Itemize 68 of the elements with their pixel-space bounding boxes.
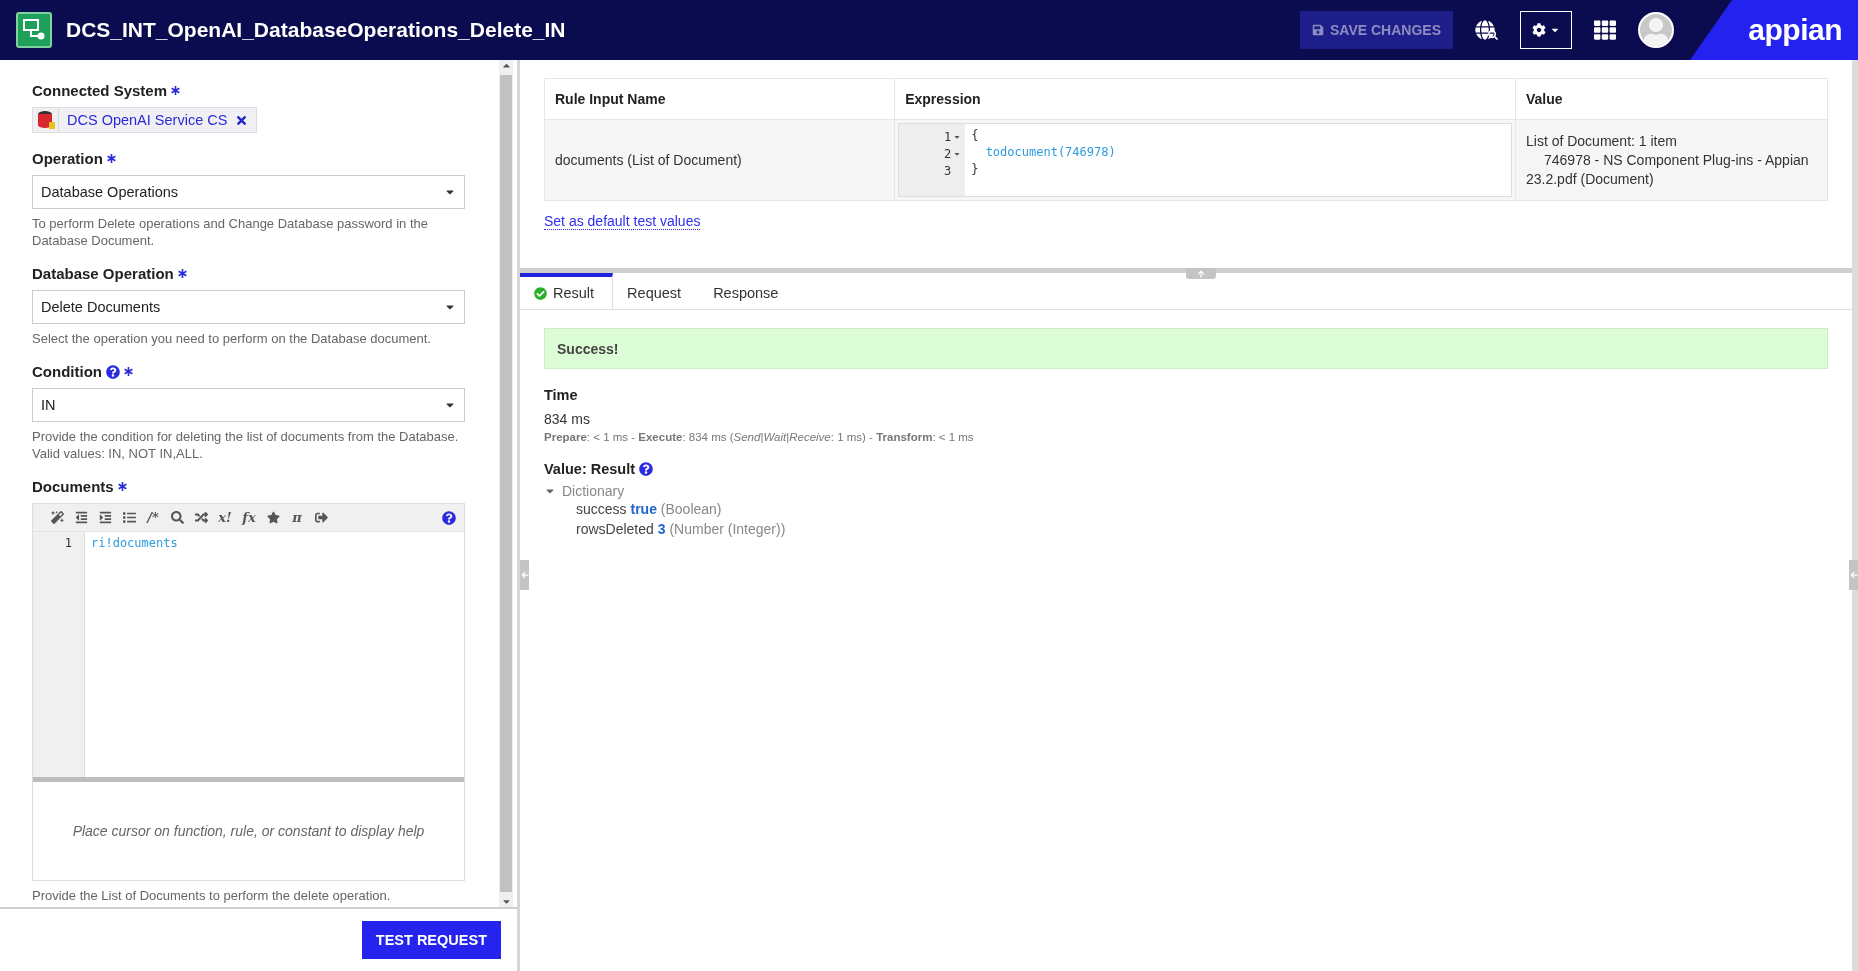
line-number: 1 [899,128,966,145]
code-line: { [971,128,980,144]
line-number: 3 [942,162,953,179]
tab[interactable]: Result [520,273,614,309]
time-value: 834 ms [544,411,591,427]
column-header: Expression [894,78,1516,120]
field-name: rowsDeleted [576,521,654,537]
code-line: } [971,162,980,178]
connected-system-name: DCS OpenAI Service CS [66,112,229,128]
test-request-button[interactable]: TEST REQUEST [361,921,501,959]
globe-search-icon[interactable] [1475,20,1498,40]
user-avatar[interactable] [1638,12,1674,48]
toolbar-button[interactable]: x! [213,505,237,530]
dropdown[interactable]: Delete Documents [32,290,465,324]
success-banner: Success! [544,328,1828,369]
table-cell: documents (List of Document) [544,119,895,201]
toolbar-button[interactable]: π [285,505,309,530]
help-panel-text: Place cursor on function, rule, or constant to display help [71,822,426,841]
field-value: true [630,501,657,517]
column-header: Value [1515,78,1828,120]
required-icon [106,154,116,163]
help-text: Provide the condition for deleting the list of documents from the Database. Valid values: IN, NOT IN,ALL. [32,428,460,462]
section-heading: Value: Result [544,461,636,477]
required-icon [117,482,127,491]
field-label: Database Operation [32,265,174,282]
dropdown[interactable]: Database Operations [32,175,465,209]
toolbar-button[interactable]: /* [141,505,165,530]
field-value: 3 [657,521,666,537]
dropdown[interactable]: IN [32,388,465,422]
line-number: 2 [899,145,966,162]
help-icon[interactable] [106,364,120,379]
field-type: (Number (Integer)) [669,521,786,537]
save-icon [1312,24,1324,36]
collapse-handle[interactable] [1186,268,1216,279]
scrollbar[interactable] [499,60,513,907]
tree-node-label: Dictionary [562,483,625,499]
appian-logo: appian [1690,0,1858,60]
field-label: Operation [32,150,103,167]
table-cell: List of Document: 1 item 746978 - NS Component Plug-ins - Appian 23.2.pdf (Document) [1515,119,1828,201]
help-text: Select the operation you need to perform on the Database document. [32,330,432,347]
toolbar-button[interactable]: fx [237,505,261,530]
expand-handle[interactable] [1849,560,1858,590]
default-values-link[interactable]: Set as default test values [544,213,701,230]
expression-editor[interactable]: 1 2 3 { todocument(746978) } [898,123,1512,197]
page-title: DCS_INT_OpenAI_DatabaseOperations_Delete_IN [66,18,567,42]
required-icon [177,269,187,278]
help-text: Provide the List of Documents to perform the delete operation. [32,887,392,904]
code-line: todocument(746978) [984,145,1117,161]
time-breakdown: Prepare: < 1 ms - Execute: 834 ms (Send|Wait|Receive: 1 ms) - Transform: < 1 ms [544,431,975,443]
settings-button[interactable] [1520,11,1572,49]
field-label: Connected System [32,82,168,99]
required-icon [171,86,181,95]
help-icon[interactable] [442,510,456,525]
section-heading: Time [544,387,579,403]
app-logo-icon [16,12,52,48]
field-label: Condition [32,363,102,380]
apps-grid-icon[interactable] [1594,19,1616,41]
help-text: To perform Delete operations and Change Database password in the Database Document. [32,215,430,249]
gear-icon [1532,23,1546,37]
expand-handle[interactable] [520,560,529,590]
field-type: (Boolean) [660,501,722,517]
connected-system-chip[interactable]: DCS OpenAI Service CS [32,107,258,133]
column-header: Rule Input Name [544,78,895,120]
required-icon [124,367,133,376]
help-icon[interactable] [639,462,654,476]
field-name: success [576,501,627,517]
field-label: Documents [32,478,114,495]
line-number: 1 [63,536,73,552]
